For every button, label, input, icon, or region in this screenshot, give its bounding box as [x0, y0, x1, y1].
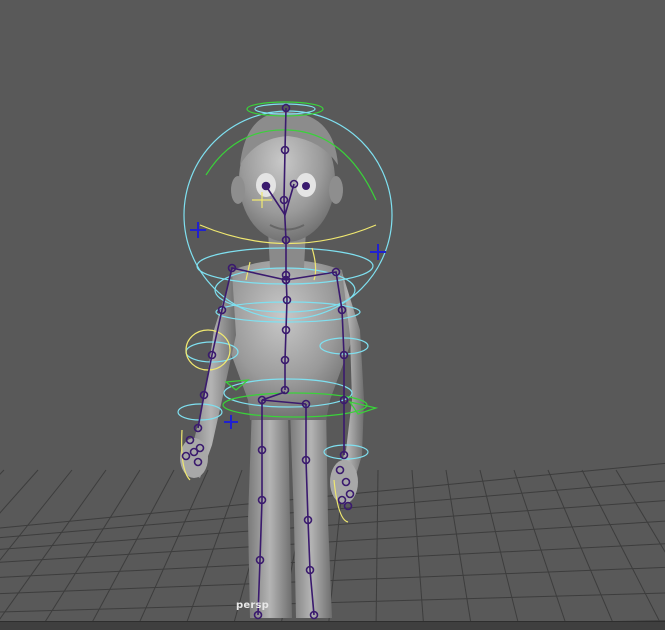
- grid-line: [0, 469, 39, 514]
- left-hand: [180, 438, 208, 478]
- grid-line: [0, 469, 73, 561]
- grid-line: [581, 469, 665, 630]
- grid-line: [375, 469, 379, 630]
- grid-line: [445, 469, 473, 630]
- grid-line: [39, 469, 141, 630]
- viewport-scene[interactable]: [0, 0, 665, 630]
- left-ear: [231, 176, 245, 204]
- blue-cross-left: [190, 222, 206, 238]
- left-leg: [248, 405, 292, 618]
- grid-line: [0, 566, 665, 595]
- grid-line: [0, 500, 665, 550]
- perspective-viewport[interactable]: persp: [0, 0, 665, 630]
- camera-label: persp: [236, 600, 269, 611]
- blue-cross-hip: [224, 415, 238, 429]
- grid-line: [87, 469, 175, 630]
- viewport-bottom-edge: [0, 621, 665, 630]
- grid-line: [0, 592, 665, 613]
- right-ear: [329, 176, 343, 204]
- blue-cross-right: [370, 244, 386, 260]
- grid-line: [547, 469, 617, 630]
- grid-line: [411, 469, 425, 630]
- grid-line: [0, 469, 5, 475]
- grid-line: [0, 543, 665, 578]
